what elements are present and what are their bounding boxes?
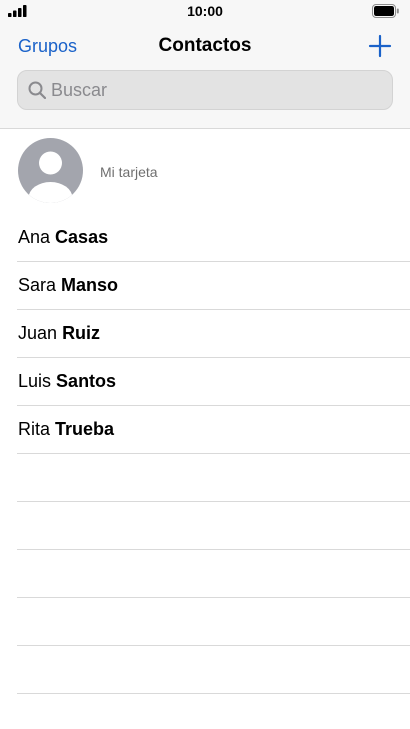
contact-row[interactable]: Rita Trueba — [17, 406, 410, 454]
contact-name: Ana Casas — [18, 227, 108, 248]
contact-name: Rita Trueba — [18, 419, 114, 440]
contact-row[interactable]: Luis Santos — [17, 358, 410, 406]
groups-button[interactable]: Grupos — [18, 36, 77, 57]
contact-first-name: Juan — [18, 323, 58, 343]
status-time: 10:00 — [187, 3, 223, 19]
empty-row-divider — [17, 502, 410, 550]
search-bar[interactable] — [17, 70, 393, 110]
nav-header: Grupos Contactos — [0, 24, 410, 129]
contacts-list: Ana Casas Sara Manso Juan Ruiz Luis Sant… — [0, 214, 410, 694]
contact-row[interactable]: Juan Ruiz — [17, 310, 410, 358]
battery-icon — [372, 4, 399, 18]
contact-name: Juan Ruiz — [18, 323, 100, 344]
contact-name: Luis Santos — [18, 371, 116, 392]
contact-first-name: Ana — [18, 227, 51, 247]
search-input[interactable] — [51, 77, 381, 103]
contact-first-name: Sara — [18, 275, 57, 295]
my-card[interactable]: Mi tarjeta — [0, 129, 410, 211]
contact-last-name: Santos — [56, 371, 117, 391]
contact-first-name: Rita — [18, 419, 51, 439]
status-bar: 10:00 — [0, 0, 410, 24]
empty-row-divider — [17, 454, 410, 502]
search-icon — [28, 81, 46, 99]
contact-first-name: Luis — [18, 371, 52, 391]
empty-row-divider — [17, 598, 410, 646]
contact-row[interactable]: Ana Casas — [17, 214, 410, 262]
contact-last-name: Trueba — [55, 419, 115, 439]
contact-last-name: Ruiz — [62, 323, 101, 343]
contact-last-name: Manso — [61, 275, 119, 295]
contact-name: Sara Manso — [18, 275, 118, 296]
empty-row-divider — [17, 550, 410, 598]
plus-icon[interactable] — [368, 34, 392, 58]
person-avatar-icon — [18, 138, 83, 203]
empty-row-divider — [17, 646, 410, 694]
contact-row[interactable]: Sara Manso — [17, 262, 410, 310]
contact-last-name: Casas — [55, 227, 109, 247]
my-card-label: Mi tarjeta — [100, 164, 158, 180]
contacts-screen: 10:00 Grupos Contactos Buscar Mi tarjeta… — [0, 0, 410, 729]
